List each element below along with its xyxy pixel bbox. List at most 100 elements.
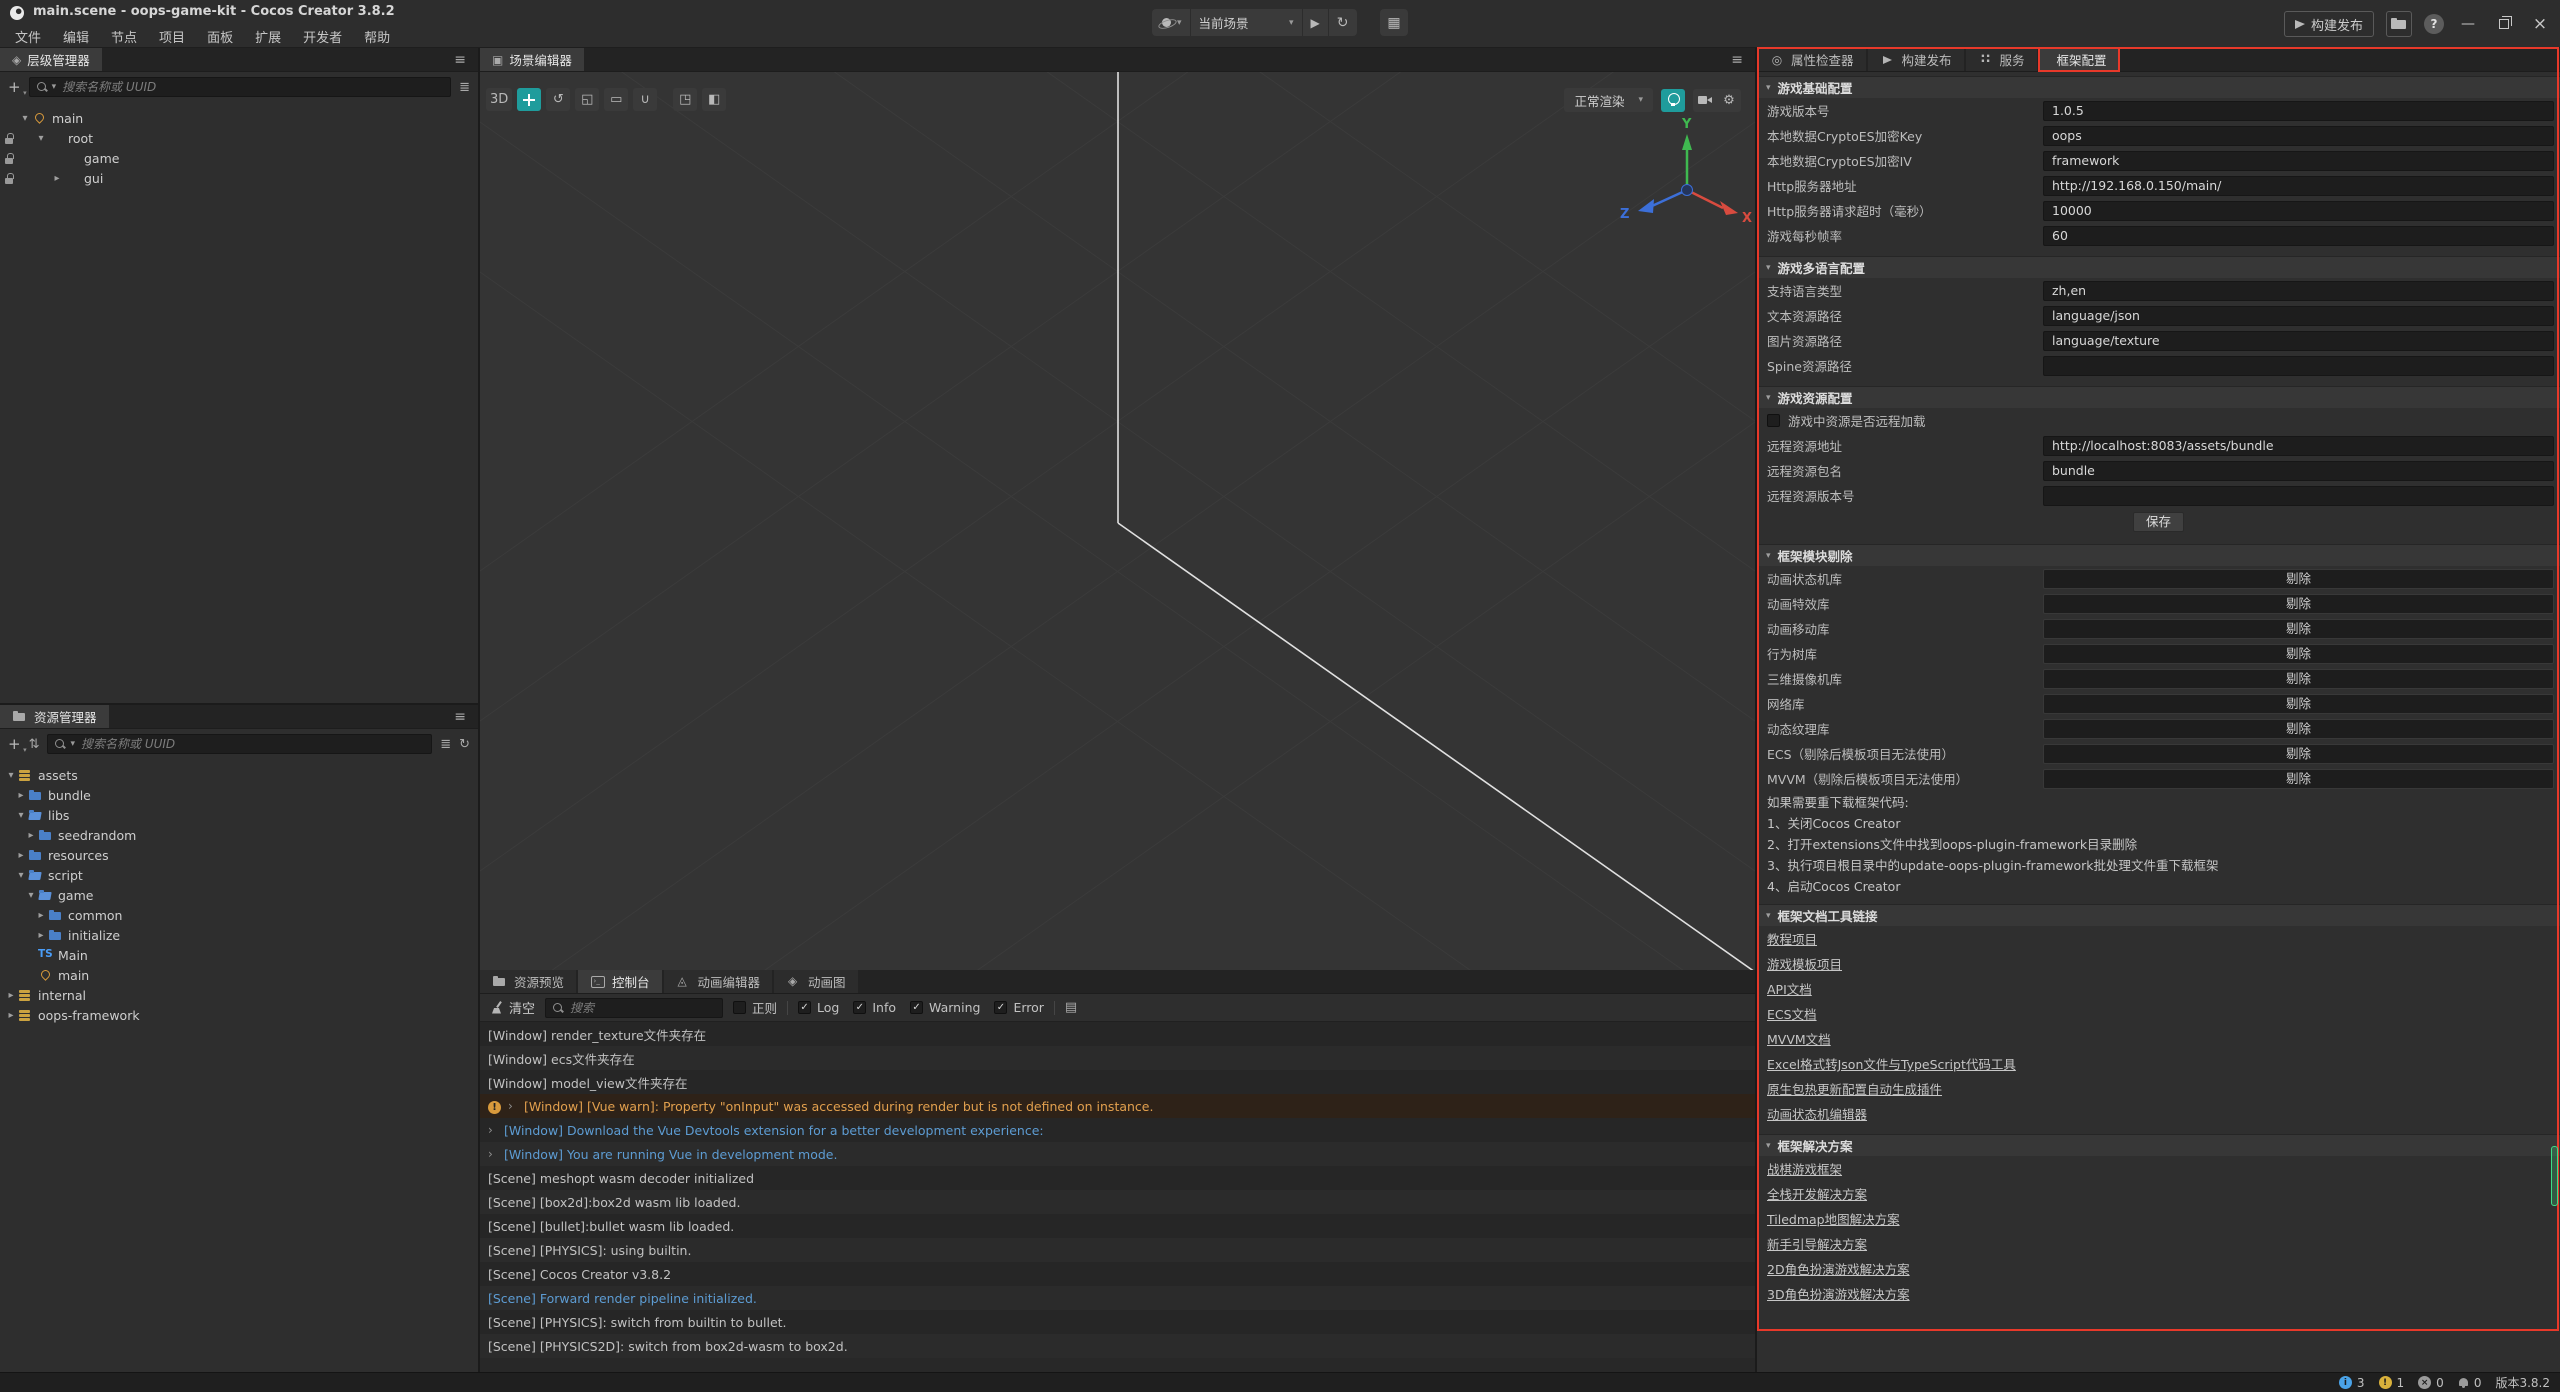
- preview-target-button[interactable]: ▾: [1152, 9, 1191, 36]
- filter-icon[interactable]: ≣: [440, 737, 451, 752]
- remove-module-button[interactable]: 剔除: [2043, 644, 2554, 664]
- asset-row[interactable]: seedrandom: [0, 825, 478, 845]
- log-filter-checkbox[interactable]: ✓ Log: [798, 1000, 839, 1015]
- save-button[interactable]: 保存: [2133, 512, 2184, 532]
- hierarchy-node-row[interactable]: gui: [0, 168, 478, 188]
- create-node-button[interactable]: +: [8, 80, 21, 95]
- panel-menu-icon[interactable]: ≡: [454, 48, 466, 72]
- doc-link[interactable]: 动画状态机编辑器: [1767, 1104, 1867, 1123]
- render-mode-dropdown[interactable]: 正常渲染 ▾: [1564, 88, 1653, 112]
- field-input[interactable]: http://192.168.0.150/main/: [2043, 176, 2554, 196]
- close-button[interactable]: ×: [2528, 11, 2552, 37]
- console-log-row[interactable]: [Scene] [PHYSICS]: using builtin.: [480, 1238, 1755, 1262]
- console-log-row[interactable]: [Scene] [PHYSICS]: switch from builtin t…: [480, 1310, 1755, 1334]
- asset-row[interactable]: internal: [0, 985, 478, 1005]
- menu-item[interactable]: 帮助: [353, 27, 401, 46]
- refresh-button[interactable]: ↻: [1329, 9, 1357, 36]
- remove-module-button[interactable]: 剔除: [2043, 744, 2554, 764]
- menu-item[interactable]: 节点: [100, 27, 148, 46]
- doc-link[interactable]: API文档: [1767, 979, 1812, 998]
- asset-row[interactable]: main: [0, 965, 478, 985]
- console-log-row[interactable]: [Scene] [bullet]:bullet wasm lib loaded.: [480, 1214, 1755, 1238]
- console-log-row[interactable]: [Window] model_view文件夹存在: [480, 1070, 1755, 1094]
- filter-icon[interactable]: ≣: [459, 80, 470, 95]
- remote-load-checkbox[interactable]: 游戏中资源是否远程加载: [1757, 408, 2560, 433]
- coordinate-toggle-button[interactable]: ◧: [702, 88, 726, 111]
- asset-row[interactable]: initialize: [0, 925, 478, 945]
- hierarchy-search-input[interactable]: [60, 79, 444, 95]
- inspector-tab[interactable]: 属性检查器: [1757, 48, 1866, 71]
- warning-count[interactable]: ! 1: [2379, 1376, 2405, 1390]
- section-header-solutions[interactable]: ▾ 框架解决方案: [1757, 1134, 2560, 1156]
- solution-link[interactable]: 全栈开发解决方案: [1767, 1184, 1867, 1203]
- inspector-tab[interactable]: 框架配置: [2039, 48, 2119, 71]
- doc-link[interactable]: 原生包热更新配置自动生成插件: [1767, 1079, 1942, 1098]
- expand-caret-icon[interactable]: [34, 910, 48, 921]
- section-header-language[interactable]: ▾ 游戏多语言配置: [1757, 256, 2560, 278]
- regex-checkbox[interactable]: 正则: [733, 998, 777, 1017]
- asset-row[interactable]: assets: [0, 765, 478, 785]
- expand-caret-icon[interactable]: [4, 990, 18, 1001]
- pivot-toggle-button[interactable]: ◳: [673, 88, 697, 111]
- console-tab[interactable]: 动画图: [774, 970, 858, 993]
- solution-link[interactable]: 2D角色扮演游戏解决方案: [1767, 1259, 1910, 1278]
- solution-link[interactable]: Tiledmap地图解决方案: [1767, 1209, 1900, 1228]
- remove-module-button[interactable]: 剔除: [2043, 594, 2554, 614]
- doc-link[interactable]: Excel格式转Json文件与TypeScript代码工具: [1767, 1054, 2016, 1073]
- field-input[interactable]: framework: [2043, 151, 2554, 171]
- asset-row[interactable]: Main: [0, 945, 478, 965]
- asset-row[interactable]: game: [0, 885, 478, 905]
- assets-search[interactable]: ▾: [47, 734, 432, 754]
- doc-link[interactable]: ECS文档: [1767, 1004, 1817, 1023]
- preview-qr-button[interactable]: ▦: [1380, 9, 1408, 36]
- scene-viewport[interactable]: Y X Z 3D ↺ ◱ ▭ ∪ ◳ ◧: [480, 72, 1755, 970]
- console-log-row[interactable]: [Window] Download the Vue Devtools exten…: [480, 1118, 1755, 1142]
- console-log-row[interactable]: [Window] You are running Vue in developm…: [480, 1142, 1755, 1166]
- field-input[interactable]: bundle: [2043, 461, 2554, 481]
- asset-row[interactable]: resources: [0, 845, 478, 865]
- transform-tool-button[interactable]: ∪: [633, 88, 657, 111]
- solution-link[interactable]: 新手引导解决方案: [1767, 1234, 1867, 1253]
- log-file-icon[interactable]: ▤: [1065, 1000, 1077, 1015]
- doc-link[interactable]: 游戏模板项目: [1767, 954, 1842, 973]
- mode-3d-button[interactable]: 3D: [486, 88, 512, 111]
- field-input[interactable]: 1.0.5: [2043, 101, 2554, 121]
- field-input[interactable]: zh,en: [2043, 281, 2554, 301]
- tab-assets[interactable]: 资源管理器: [0, 705, 109, 728]
- console-tab[interactable]: 控制台: [578, 970, 662, 993]
- doc-link[interactable]: MVVM文档: [1767, 1029, 1831, 1048]
- build-publish-button[interactable]: 构建发布: [2284, 11, 2374, 37]
- expand-caret-icon[interactable]: [24, 830, 38, 841]
- help-button[interactable]: ?: [2424, 14, 2444, 34]
- field-input[interactable]: 60: [2043, 226, 2554, 246]
- sort-icon[interactable]: ⇅: [29, 737, 40, 752]
- minimize-button[interactable]: —: [2456, 11, 2480, 37]
- scene-gizmo-settings-button[interactable]: ⚙: [1717, 89, 1741, 112]
- error-count[interactable]: × 0: [2418, 1376, 2444, 1390]
- camera-settings-button[interactable]: [1693, 89, 1717, 112]
- field-input[interactable]: [2043, 486, 2554, 506]
- console-log-row[interactable]: [Scene] Forward render pipeline initiali…: [480, 1286, 1755, 1310]
- console-search-input[interactable]: [568, 1000, 716, 1016]
- remove-module-button[interactable]: 剔除: [2043, 569, 2554, 589]
- create-asset-button[interactable]: +: [8, 737, 21, 752]
- remove-module-button[interactable]: 剔除: [2043, 694, 2554, 714]
- expand-caret-icon[interactable]: [14, 850, 28, 861]
- expand-caret-icon[interactable]: [24, 890, 38, 901]
- tab-scene-editor[interactable]: ▣ 场景编辑器: [480, 48, 584, 71]
- menu-item[interactable]: 开发者: [292, 27, 353, 46]
- lock-icon[interactable]: [2, 111, 18, 125]
- refresh-icon[interactable]: ↻: [459, 737, 470, 752]
- console-log-row[interactable]: [Scene] [PHYSICS2D]: switch from box2d-w…: [480, 1334, 1755, 1358]
- expand-arrow-icon[interactable]: [508, 1099, 524, 1113]
- field-input[interactable]: language/json: [2043, 306, 2554, 326]
- inspector-tab[interactable]: 构建发布: [1868, 48, 1964, 71]
- clear-console-button[interactable]: 清空: [490, 998, 535, 1017]
- menu-item[interactable]: 项目: [148, 27, 196, 46]
- open-project-folder-button[interactable]: [2386, 11, 2412, 37]
- hierarchy-node-row[interactable]: root: [0, 128, 478, 148]
- expand-caret-icon[interactable]: [34, 133, 48, 144]
- restore-button[interactable]: [2492, 11, 2516, 37]
- move-tool-button[interactable]: [517, 88, 541, 111]
- expand-caret-icon[interactable]: [34, 930, 48, 941]
